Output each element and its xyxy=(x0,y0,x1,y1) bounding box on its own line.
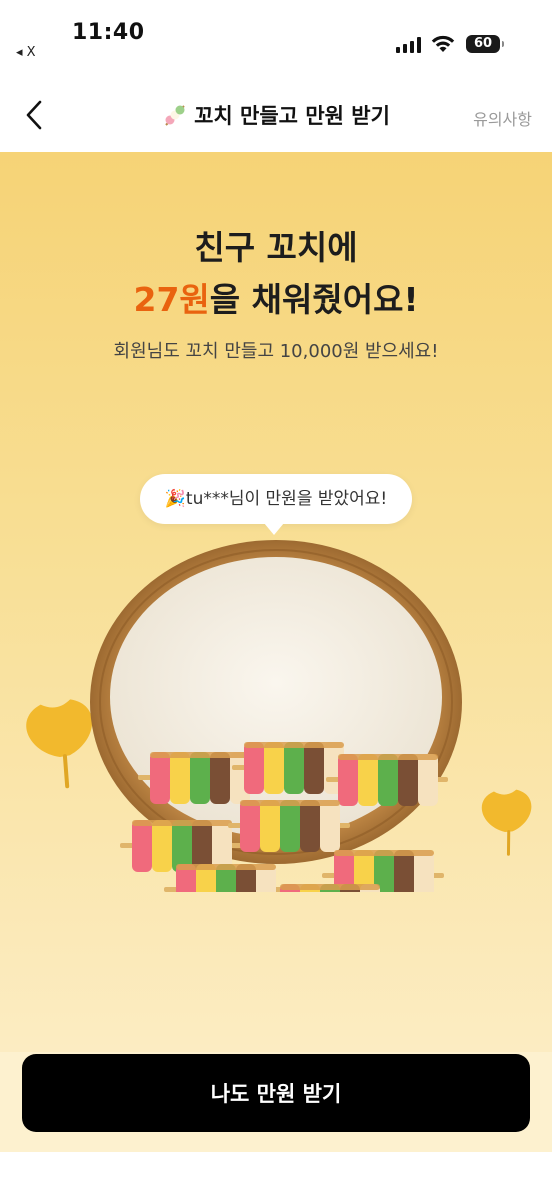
skewer xyxy=(232,742,354,794)
headline-line2: 27원을 채워줬어요! xyxy=(0,274,552,326)
party-popper-icon: 🎉 xyxy=(164,489,186,509)
headline-line2-suffix: 을 채워줬어요! xyxy=(209,280,419,319)
notice-link[interactable]: 유의사항 xyxy=(473,106,532,130)
skewer xyxy=(228,800,350,852)
winner-speech-bubble: 🎉tu***님이 만원을 받았어요! xyxy=(140,474,412,535)
status-bar: 11:40 ◂ X 60 xyxy=(0,0,552,78)
content-area: 친구 꼬치에 27원을 채워줬어요! 회원님도 꼬치 만들고 10,000원 받… xyxy=(0,152,552,1200)
get-reward-button[interactable]: 나도 만원 받기 xyxy=(22,1054,530,1132)
bottom-safe-area xyxy=(0,1152,552,1200)
skewer xyxy=(326,754,448,806)
headline: 친구 꼬치에 27원을 채워줬어요! xyxy=(0,222,552,326)
back-to-app-link[interactable]: ◂ X xyxy=(16,45,36,60)
skewer xyxy=(268,884,390,892)
ginkgo-leaf xyxy=(478,786,537,858)
page-title-text: 꼬치 만들고 만원 받기 xyxy=(194,104,390,128)
skewer xyxy=(164,864,286,892)
dango-icon xyxy=(162,102,188,133)
wifi-icon xyxy=(431,35,455,52)
skewer xyxy=(138,752,260,804)
navigation-bar: 꼬치 만들고 만원 받기 유의사항 xyxy=(0,78,552,152)
reward-amount: 27원 xyxy=(133,280,210,319)
cellular-signal-icon xyxy=(396,37,421,53)
subtitle: 회원님도 꼬치 만들고 10,000원 받으세요! xyxy=(113,341,439,362)
winner-text: tu***님이 만원을 받았어요! xyxy=(185,489,388,509)
skewer-basket-illustration xyxy=(20,540,537,892)
page-title: 꼬치 만들고 만원 받기 xyxy=(0,100,552,133)
battery-indicator: 60 xyxy=(466,35,504,53)
headline-line1: 친구 꼬치에 xyxy=(194,228,358,267)
status-time: 11:40 xyxy=(72,20,145,45)
